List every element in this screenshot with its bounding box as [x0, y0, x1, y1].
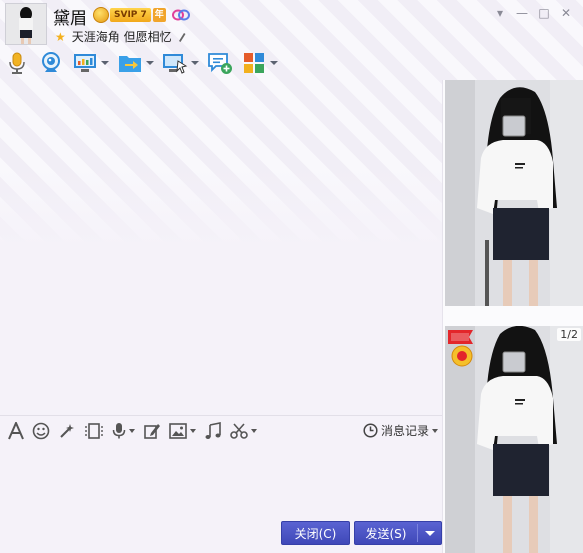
magic-expression-button[interactable] [58, 419, 76, 443]
scissors-icon [230, 423, 248, 439]
chat-header: 黛眉 SVIP 7 年 ★ 天涯海角 但愿相忆 ▾ — □ ✕ [0, 0, 583, 82]
send-button[interactable]: 发送(S) [355, 522, 417, 544]
clock-icon [363, 423, 378, 438]
add-chat-icon [208, 53, 232, 74]
apps-button[interactable] [241, 48, 278, 78]
file-transfer-button[interactable] [117, 48, 154, 78]
window-shake-button[interactable] [84, 419, 104, 443]
chevron-down-icon[interactable] [191, 61, 199, 65]
chevron-down-icon[interactable] [129, 429, 135, 433]
edit-pen-icon[interactable] [178, 32, 186, 42]
top-toolbar [4, 48, 286, 78]
video-call-button[interactable] [38, 48, 64, 78]
file-transfer-icon [119, 56, 141, 72]
music-button[interactable] [204, 419, 222, 443]
start-group-chat-button[interactable] [207, 48, 233, 78]
remote-desktop-icon [163, 54, 188, 74]
image-button[interactable] [169, 419, 196, 443]
message-history-button[interactable]: 消息记录 [363, 422, 438, 439]
emoji-icon [32, 422, 50, 440]
screen-share-icon [74, 54, 96, 72]
send-options-button[interactable] [418, 522, 441, 544]
photo-pager: 1/2 [557, 328, 581, 341]
voice-call-button[interactable] [4, 48, 30, 78]
apps-grid-icon [244, 53, 264, 73]
chevron-down-icon [424, 530, 435, 536]
microphone-icon [9, 52, 25, 74]
chevron-down-icon[interactable] [190, 429, 196, 433]
qq-link-icon[interactable] [171, 9, 190, 21]
message-input[interactable] [0, 446, 442, 518]
voice-message-button[interactable] [112, 419, 135, 443]
svip-label: SVIP 7 [110, 8, 151, 22]
chat-window: 黛眉 SVIP 7 年 ★ 天涯海角 但愿相忆 ▾ — □ ✕ 1/2 消息记录… [0, 0, 583, 553]
maximize-button[interactable]: □ [533, 4, 555, 22]
contact-nickname[interactable]: 黛眉 [53, 4, 87, 29]
video-camera-icon [42, 52, 60, 72]
vip-year-label: 年 [152, 8, 166, 22]
vip-flag-badge [447, 328, 477, 368]
edit-icon [144, 424, 160, 439]
magic-wand-icon [60, 424, 74, 438]
contact-show-panel: 1/2 [442, 80, 583, 553]
history-label: 消息记录 [380, 424, 429, 438]
screenshot-frame-icon [85, 423, 103, 439]
input-toolbar: 消息记录 [0, 415, 442, 446]
window-menu-button[interactable]: ▾ [489, 4, 511, 22]
font-button[interactable] [8, 419, 24, 443]
emoji-button[interactable] [32, 419, 50, 443]
chevron-down-icon[interactable] [251, 429, 257, 433]
edit-button[interactable] [143, 419, 161, 443]
send-button-group: 发送(S) [354, 521, 442, 545]
close-window-button[interactable]: ✕ [555, 4, 577, 22]
voice-message-icon [112, 423, 126, 439]
message-history-area[interactable] [0, 82, 442, 415]
screen-share-button[interactable] [72, 48, 109, 78]
minimize-button[interactable]: — [511, 4, 533, 22]
signature-text: 天涯海角 但愿相忆 [71, 30, 172, 44]
chevron-down-icon [432, 428, 438, 433]
music-icon [205, 422, 221, 439]
screenshot-button[interactable] [230, 419, 257, 443]
signature: ★ 天涯海角 但愿相忆 [55, 28, 186, 45]
show-photo-1[interactable] [445, 80, 583, 306]
image-icon [169, 423, 187, 439]
star-icon: ★ [55, 29, 66, 44]
chevron-down-icon[interactable] [146, 61, 154, 65]
close-button[interactable]: 关闭(C) [281, 521, 350, 545]
chevron-down-icon[interactable] [270, 61, 278, 65]
chevron-down-icon[interactable] [101, 61, 109, 65]
vip-badge[interactable]: SVIP 7 年 [93, 7, 190, 23]
vip-crown-icon [93, 7, 109, 23]
font-icon [8, 422, 24, 440]
window-controls: ▾ — □ ✕ [489, 4, 577, 22]
remote-desktop-button[interactable] [162, 48, 199, 78]
avatar[interactable] [5, 3, 47, 45]
